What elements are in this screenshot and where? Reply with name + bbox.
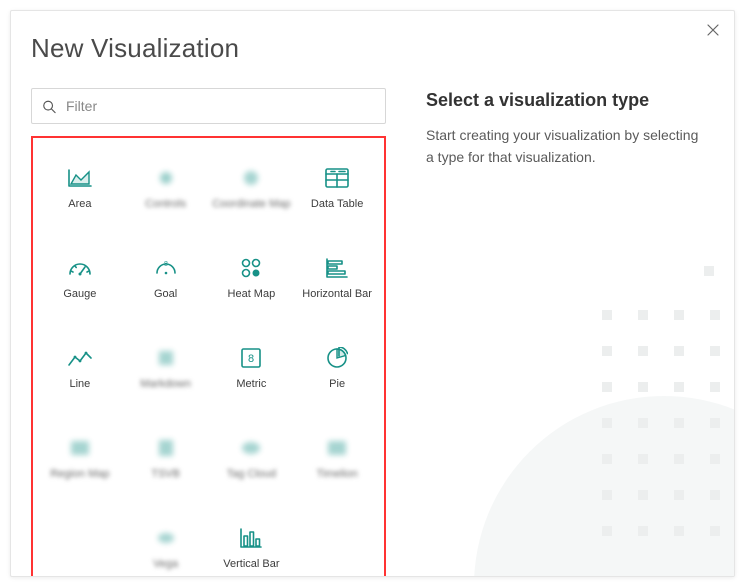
goal-icon: 8 [152,254,180,282]
heatmap-icon [237,254,265,282]
decorative-dots [602,310,720,536]
svg-text:8: 8 [248,353,254,365]
viz-item-timelion[interactable]: Timelion [294,414,380,500]
info-body: Start creating your visualization by sel… [426,125,706,168]
viz-item-pie[interactable]: Pie [294,324,380,410]
viz-label: Data Table [311,198,363,210]
viz-item-empty [37,504,123,577]
viz-grid: Area Controls Coordinate Map Data Table Gaug… [37,144,380,577]
viz-item-tagcloud[interactable]: Tag Cloud [209,414,295,500]
table-icon [323,164,351,192]
line-icon [66,344,94,372]
viz-item-datatable[interactable]: Data Table [294,144,380,230]
viz-label: Controls [145,198,186,210]
viz-item-vbar[interactable]: Vertical Bar [209,504,295,577]
close-icon [707,24,719,36]
viz-label: Vega [153,558,178,570]
close-button[interactable] [704,21,722,39]
filter-input[interactable] [64,97,375,115]
viz-item-controls[interactable]: Controls [123,144,209,230]
viz-item-regionmap[interactable]: Region Map [37,414,123,500]
viz-label: Area [68,198,91,210]
viz-label: Horizontal Bar [302,288,372,300]
vega-icon [152,524,180,552]
viz-item-vega[interactable]: Vega [123,504,209,577]
viz-item-line[interactable]: Line [37,324,123,410]
decorative-dots-col [704,266,714,276]
viz-item-coordmap[interactable]: Coordinate Map [209,144,295,230]
viz-item-tsvb[interactable]: TSVB [123,414,209,500]
tagcloud-icon [237,434,265,462]
timelion-icon [323,434,351,462]
viz-label: Region Map [50,468,109,480]
area-icon [66,164,94,192]
viz-label: Pie [329,378,345,390]
viz-item-goal[interactable]: 8 Goal [123,234,209,320]
viz-item-area[interactable]: Area [37,144,123,230]
viz-label: TSVB [151,468,180,480]
viz-label: Line [69,378,90,390]
viz-label: Coordinate Map [212,198,290,210]
viz-item-gauge[interactable]: Gauge [37,234,123,320]
viz-label: Heat Map [228,288,276,300]
left-pane: Area Controls Coordinate Map Data Table Gaug… [31,88,386,577]
gauge-icon [66,254,94,282]
viz-label: Tag Cloud [227,468,277,480]
viz-item-heatmap[interactable]: Heat Map [209,234,295,320]
viz-label: Markdown [140,378,191,390]
controls-icon [152,164,180,192]
coordmap-icon [237,164,265,192]
tsvb-icon [152,434,180,462]
search-icon [42,99,56,114]
modal-title: New Visualization [31,33,714,64]
pie-icon [323,344,351,372]
metric-icon: 8 [237,344,265,372]
viz-label: Timelion [317,468,358,480]
viz-item-hbar[interactable]: Horizontal Bar [294,234,380,320]
viz-item-markdown[interactable]: Markdown [123,324,209,410]
hbar-icon [323,254,351,282]
viz-label: Metric [236,378,266,390]
info-heading: Select a visualization type [426,90,714,111]
viz-label: Vertical Bar [223,558,279,570]
filter-box[interactable] [31,88,386,124]
vbar-icon [237,524,265,552]
viz-item-metric[interactable]: 8 Metric [209,324,295,410]
viz-grid-highlight: Area Controls Coordinate Map Data Table Gaug… [31,136,386,577]
svg-text:8: 8 [164,261,168,268]
viz-label: Goal [154,288,177,300]
markdown-icon [152,344,180,372]
viz-label: Gauge [63,288,96,300]
regionmap-icon [66,434,94,462]
new-visualization-modal: New Visualization Area Controls Coordinate… [10,10,735,577]
